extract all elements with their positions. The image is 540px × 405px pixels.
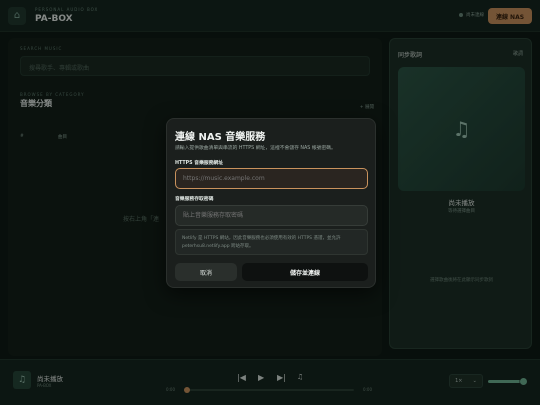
cancel-button[interactable]: 取消 [175,263,237,281]
dialog-title: 連線 NAS 音樂服務 [175,132,266,143]
dialog-subtitle: 請輸入提供歌曲清單與串流的 HTTPS 網址，這裡不會儲存 NAS 帳號密碼。 [175,146,336,151]
nas-connect-dialog: 連線 NAS 音樂服務 請輸入提供歌曲清單與串流的 HTTPS 網址，這裡不會儲… [166,118,376,288]
code-label: 音樂服務存取密碼 [175,197,214,202]
save-connect-button[interactable]: 儲存並連線 [242,263,368,281]
url-input[interactable] [175,168,368,189]
url-label: HTTPS 音樂服務網址 [175,161,224,166]
code-input[interactable] [175,205,368,226]
https-note: Netlify 是 HTTPS 網站，因此音樂服務也必須使用有效的 HTTPS … [175,229,368,255]
